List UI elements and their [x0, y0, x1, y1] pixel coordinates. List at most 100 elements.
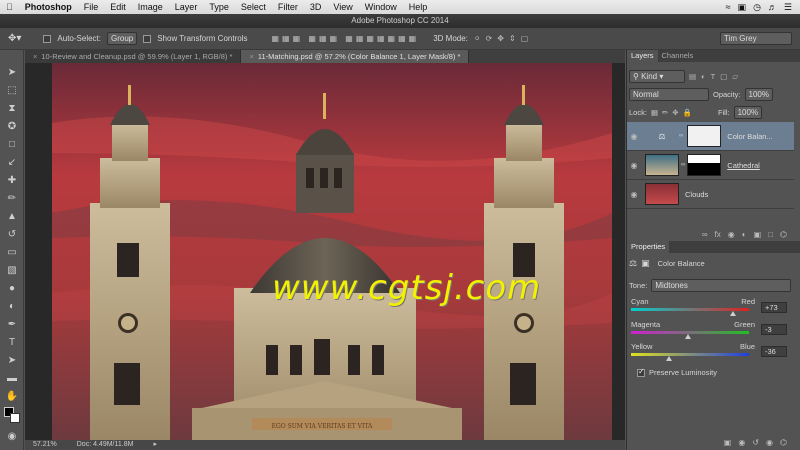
layer-filter-dropdown[interactable]: ⚲ Kind ▾: [629, 70, 685, 83]
apple-icon[interactable]: : [0, 2, 19, 12]
adjustment-layer-icon[interactable]: ◐: [742, 230, 747, 239]
eye-icon[interactable]: ◉: [627, 190, 641, 199]
visibility-icon[interactable]: ◉: [766, 438, 773, 447]
dodge-tool-icon[interactable]: ◐: [4, 300, 20, 314]
cyan-red-value[interactable]: +73: [761, 302, 787, 313]
opacity-field[interactable]: 100%: [744, 88, 773, 101]
link-icon[interactable]: ∞: [681, 162, 685, 168]
layer-mask-thumbnail[interactable]: [687, 154, 722, 176]
align-icons[interactable]: ▦▦▦ ▦▦▦ ▦▦▦▦▦▦▦: [271, 34, 419, 43]
mask-icon[interactable]: ▣: [641, 258, 650, 269]
view-previous-icon[interactable]: ◉: [738, 438, 745, 447]
layer-name[interactable]: Clouds: [685, 190, 708, 199]
eye-icon[interactable]: ◉: [627, 161, 641, 170]
filter-icons[interactable]: ▤◐T▢▱: [689, 72, 743, 81]
auto-select-dropdown[interactable]: Group: [106, 32, 138, 45]
preserve-luminosity-checkbox[interactable]: ✓: [637, 367, 645, 377]
type-tool-icon[interactable]: T: [4, 336, 20, 350]
fx-icon[interactable]: fx: [715, 230, 721, 239]
magenta-green-slider-knob[interactable]: [685, 334, 692, 339]
workspace-dropdown[interactable]: Tim Grey: [720, 32, 792, 45]
blur-tool-icon[interactable]: ●: [4, 282, 20, 296]
move-tool-icon[interactable]: ➤: [4, 66, 20, 80]
menu-window[interactable]: Window: [359, 2, 403, 12]
layer-thumbnail[interactable]: [645, 183, 679, 205]
eraser-tool-icon[interactable]: ▭: [4, 246, 20, 260]
tab-channels[interactable]: Channels: [658, 50, 698, 62]
fill-field[interactable]: 100%: [733, 106, 763, 119]
close-icon[interactable]: ×: [249, 52, 253, 61]
tab-review-cleanup[interactable]: × 10-Review and Cleanup.psd @ 59.9% (Laye…: [25, 50, 242, 63]
layer-color-balance[interactable]: ◉ ⚖ ∞ Color Balan...: [627, 122, 794, 151]
zoom-level[interactable]: 57.21%: [33, 440, 57, 450]
show-transform-checkbox[interactable]: [143, 34, 152, 43]
hand-tool-icon[interactable]: ✋: [4, 390, 20, 404]
healing-tool-icon[interactable]: ✚: [4, 174, 20, 188]
layer-clouds[interactable]: ◉ Clouds: [627, 180, 794, 209]
eyedropper-tool-icon[interactable]: ↙: [4, 156, 20, 170]
group-icon[interactable]: ▣: [754, 230, 762, 239]
document-canvas[interactable]: EGO SUM VIA VERITAS ET VITA www.cgtsj.co…: [52, 63, 612, 440]
eye-icon[interactable]: ◉: [627, 132, 641, 141]
yellow-blue-slider-knob[interactable]: [665, 356, 672, 361]
yellow-blue-value[interactable]: -36: [761, 346, 787, 357]
tab-layers[interactable]: Layers: [627, 50, 658, 62]
volume-icon[interactable]: ♬: [768, 2, 777, 13]
gradient-tool-icon[interactable]: ▧: [4, 264, 20, 278]
wifi-icon[interactable]: ≈: [726, 2, 731, 13]
cyan-red-slider-knob[interactable]: [730, 311, 737, 316]
menu-help[interactable]: Help: [403, 2, 434, 12]
menu-3d[interactable]: 3D: [304, 2, 328, 12]
menu-type[interactable]: Type: [203, 2, 235, 12]
status-arrow-icon[interactable]: ▸: [153, 440, 157, 450]
menu-icon[interactable]: ☰: [784, 2, 792, 13]
layer-name[interactable]: Cathedral: [727, 161, 760, 170]
magenta-green-value[interactable]: -3: [761, 324, 787, 335]
reset-icon[interactable]: ↺: [752, 438, 759, 447]
menu-select[interactable]: Select: [235, 2, 272, 12]
quick-mask-icon[interactable]: ◉: [4, 430, 20, 444]
marquee-tool-icon[interactable]: ⬚: [4, 84, 20, 98]
menu-view[interactable]: View: [327, 2, 358, 12]
tab-properties[interactable]: Properties: [627, 241, 670, 253]
tab-matching[interactable]: × 11-Matching.psd @ 57.2% (Color Balance …: [241, 50, 470, 63]
lasso-tool-icon[interactable]: ⧗: [4, 102, 20, 116]
tone-dropdown[interactable]: Midtones: [651, 279, 792, 292]
path-select-tool-icon[interactable]: ➤: [4, 354, 20, 368]
display-icon[interactable]: ▣: [738, 2, 747, 13]
lock-icons[interactable]: ▦✏✥🔒: [651, 108, 696, 117]
history-brush-tool-icon[interactable]: ↺: [4, 228, 20, 242]
doc-size[interactable]: Doc: 4.49M/11.8M: [77, 440, 134, 450]
menu-filter[interactable]: Filter: [272, 2, 304, 12]
new-layer-icon[interactable]: □: [768, 230, 773, 239]
clock-icon[interactable]: ◷: [753, 2, 761, 13]
menu-layer[interactable]: Layer: [169, 2, 204, 12]
quick-select-tool-icon[interactable]: ✪: [4, 120, 20, 134]
crop-tool-icon[interactable]: □: [4, 138, 20, 152]
menu-file[interactable]: File: [78, 2, 105, 12]
menu-edit[interactable]: Edit: [104, 2, 132, 12]
blend-mode-dropdown[interactable]: Normal: [629, 88, 709, 101]
move-tool-icon[interactable]: ✥▾: [8, 33, 21, 44]
layer-thumbnail[interactable]: [645, 154, 679, 176]
layer-name[interactable]: Color Balan...: [727, 132, 772, 141]
pen-tool-icon[interactable]: ✒: [4, 318, 20, 332]
background-color-swatch[interactable]: [10, 413, 20, 423]
layer-cathedral[interactable]: ◉ ∞ Cathedral: [627, 151, 794, 180]
add-mask-icon[interactable]: ◉: [728, 230, 735, 239]
link-icon[interactable]: ∞: [679, 133, 683, 139]
yellow-blue-slider[interactable]: [631, 353, 749, 356]
3d-mode-icons[interactable]: ⚪⟳✥⇕▢: [474, 34, 533, 43]
close-icon[interactable]: ×: [33, 52, 37, 61]
brush-tool-icon[interactable]: ✏: [4, 192, 20, 206]
menu-image[interactable]: Image: [132, 2, 169, 12]
layer-mask-thumbnail[interactable]: [687, 125, 722, 147]
trash-icon[interactable]: ⌬: [780, 438, 787, 447]
link-layers-icon[interactable]: ∞: [702, 230, 708, 239]
menu-app-photoshop[interactable]: Photoshop: [19, 2, 78, 12]
clone-stamp-tool-icon[interactable]: ▲: [4, 210, 20, 224]
auto-select-checkbox[interactable]: [43, 34, 52, 43]
trash-icon[interactable]: ⌬: [780, 230, 787, 239]
shape-tool-icon[interactable]: ▬: [4, 372, 20, 386]
clip-icon[interactable]: ▣: [724, 438, 732, 447]
